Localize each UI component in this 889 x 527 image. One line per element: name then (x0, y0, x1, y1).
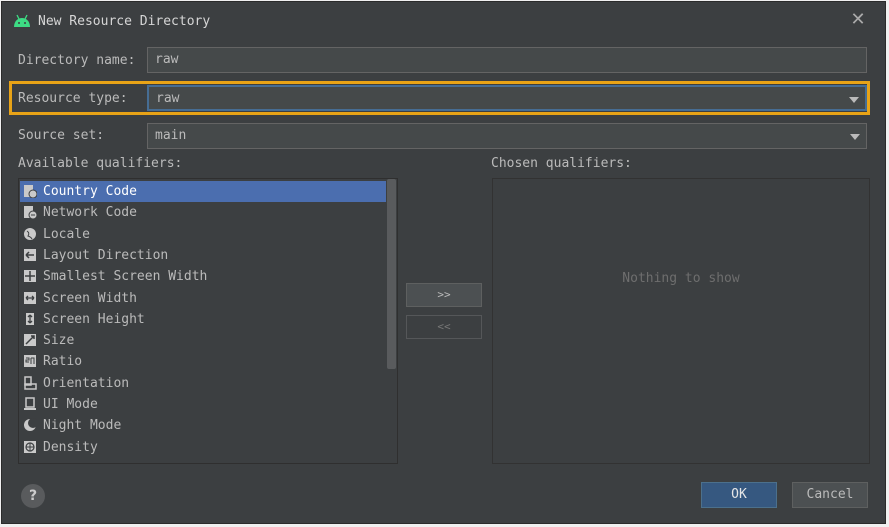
resource-type-dropdown[interactable]: raw (147, 85, 867, 111)
ui-mode-icon (24, 397, 36, 410)
qualifier-label: Network Code (43, 205, 137, 221)
directory-name-input[interactable]: raw (147, 47, 867, 73)
source-set-value: main (155, 128, 187, 143)
qualifier-item[interactable]: Network Code (20, 202, 396, 223)
qualifier-label: Density (43, 439, 98, 455)
empty-state-text: Nothing to show (622, 271, 740, 286)
add-qualifier-button[interactable]: >> (406, 283, 482, 307)
remove-qualifier-button[interactable]: << (406, 315, 482, 339)
source-set-label: Source set: (18, 128, 105, 143)
qualifier-label: Size (43, 333, 75, 349)
available-qualifiers-label: Available qualifiers: (18, 156, 183, 171)
qualifier-item[interactable]: Layout Direction (20, 245, 396, 266)
qualifier-label: Locale (43, 226, 90, 242)
qualifier-label: Country Code (43, 184, 137, 199)
qualifier-label: Orientation (43, 375, 130, 391)
country-code-icon (24, 185, 37, 198)
close-icon[interactable]: ✕ (849, 11, 867, 29)
qualifier-item[interactable]: Country Code (20, 181, 386, 202)
qualifier-label: Night Mode (43, 418, 122, 434)
qualifier-item[interactable]: Orientation (20, 373, 396, 394)
help-button[interactable]: ? (21, 484, 45, 508)
smallest-width-icon (24, 270, 36, 283)
network-code-icon (24, 206, 37, 220)
layout-direction-icon (24, 248, 36, 261)
size-icon (24, 334, 36, 347)
title-bar: New Resource Directory ✕ (2, 2, 885, 42)
qualifier-item[interactable]: Locale (20, 224, 396, 245)
qualifier-item[interactable]: Screen Height (20, 309, 396, 330)
chevron-down-icon (850, 134, 860, 140)
source-set-dropdown[interactable]: main (147, 123, 867, 149)
qualifier-item[interactable]: UI Mode (20, 394, 396, 415)
screen-height-icon (26, 312, 34, 325)
ratio-icon (24, 355, 36, 368)
qualifier-label: UI Mode (43, 397, 98, 412)
orientation-icon (24, 375, 37, 390)
resource-type-label: Resource type: (18, 91, 128, 106)
qualifier-item[interactable]: Size (20, 330, 396, 351)
qualifier-item[interactable]: Screen Width (20, 288, 396, 309)
qualifier-item[interactable]: Smallest Screen Width (20, 266, 396, 287)
screen-width-icon (24, 291, 36, 304)
qualifier-item[interactable]: Night Mode (20, 415, 396, 436)
cancel-button[interactable]: Cancel (792, 482, 868, 508)
qualifier-item[interactable]: Ratio (20, 351, 396, 372)
qualifier-label: Layout Direction (43, 247, 169, 263)
dialog-title: New Resource Directory (38, 14, 211, 29)
density-icon (24, 440, 36, 453)
chevron-down-icon (849, 97, 859, 103)
qualifier-label: Screen Width (43, 290, 137, 306)
qualifier-label: Smallest Screen Width (43, 269, 208, 285)
chosen-qualifiers-label: Chosen qualifiers: (491, 156, 632, 171)
available-qualifiers-list[interactable]: Country Code Network Code Locale Layout Dir… (18, 178, 398, 464)
directory-name-value: raw (155, 52, 179, 67)
night-mode-icon (24, 418, 37, 432)
chosen-qualifiers-list[interactable]: Nothing to show (492, 178, 870, 464)
ok-button[interactable]: OK (701, 482, 777, 508)
globe-icon (24, 227, 36, 240)
directory-name-label: Directory name: (18, 53, 136, 68)
qualifier-label: Screen Height (43, 311, 145, 327)
qualifier-item[interactable]: Density (20, 437, 396, 458)
new-resource-directory-dialog: New Resource Directory ✕ Directory name:… (1, 1, 886, 524)
resource-type-value: raw (156, 91, 180, 106)
qualifier-label: Ratio (43, 354, 83, 370)
android-icon (14, 14, 30, 27)
